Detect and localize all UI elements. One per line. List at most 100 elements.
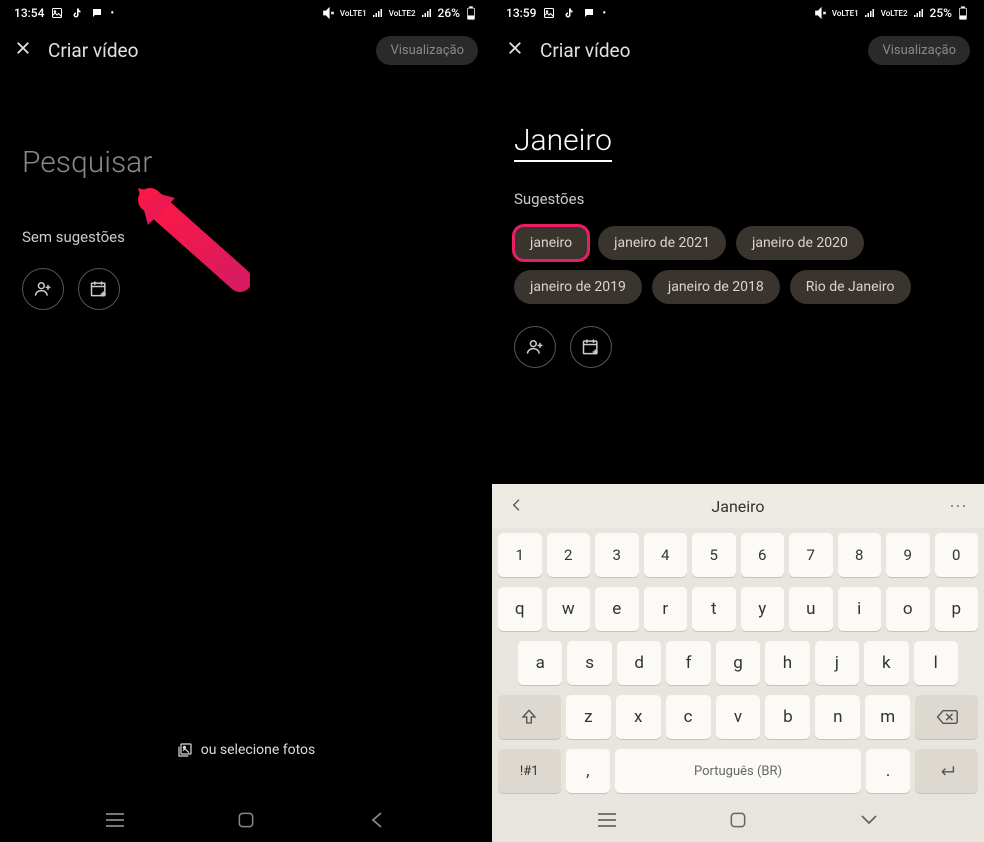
chip-janeiro-2018[interactable]: janeiro de 2018	[652, 270, 780, 304]
key-b[interactable]: b	[765, 695, 810, 739]
chat-status-icon	[90, 6, 104, 20]
chip-rio-de-janeiro[interactable]: Rio de Janeiro	[790, 270, 911, 304]
keyboard-suggestion[interactable]: Janeiro	[532, 497, 944, 516]
keyboard: Janeiro ⋯ 1234567890 qwertyuiop asdfghjk…	[492, 484, 984, 798]
signal-icon-2	[420, 6, 434, 20]
chip-janeiro[interactable]: janeiro	[514, 226, 588, 260]
key-space[interactable]: Português (BR)	[615, 749, 861, 793]
key-t[interactable]: t	[692, 587, 736, 631]
chat-status-icon	[582, 6, 596, 20]
key-o[interactable]: o	[886, 587, 930, 631]
search-input[interactable]: Pesquisar	[22, 145, 470, 180]
key-enter[interactable]	[915, 749, 978, 793]
keyboard-more-icon[interactable]: ⋯	[944, 496, 974, 517]
chip-janeiro-2021[interactable]: janeiro de 2021	[598, 226, 726, 260]
key-q[interactable]: q	[498, 587, 542, 631]
status-bar: 13:54 • VoLTE1 VoLTE2 26%	[0, 0, 492, 26]
nav-bar	[492, 798, 984, 842]
key-5[interactable]: 5	[692, 533, 736, 577]
nav-home[interactable]	[727, 809, 749, 831]
key-symbols[interactable]: !#1	[498, 749, 561, 793]
add-person-button[interactable]	[22, 268, 64, 310]
key-2[interactable]: 2	[547, 533, 591, 577]
add-date-button[interactable]	[570, 326, 612, 368]
keyboard-back-icon[interactable]	[502, 494, 532, 518]
preview-button[interactable]: Visualização	[376, 36, 478, 65]
app-header: Criar vídeo Visualização	[0, 26, 492, 75]
key-6[interactable]: 6	[741, 533, 785, 577]
key-u[interactable]: u	[789, 587, 833, 631]
key-shift[interactable]	[498, 695, 561, 739]
gallery-status-icon	[50, 6, 64, 20]
phone-right: 13:59 • VoLTE1 VoLTE2 25%	[492, 0, 984, 842]
add-person-button[interactable]	[514, 326, 556, 368]
key-1[interactable]: 1	[498, 533, 542, 577]
key-m[interactable]: m	[865, 695, 910, 739]
key-k[interactable]: k	[864, 641, 908, 685]
close-button[interactable]	[14, 39, 32, 62]
key-c[interactable]: c	[666, 695, 711, 739]
status-time: 13:54	[14, 6, 44, 20]
key-f[interactable]: f	[666, 641, 710, 685]
key-w[interactable]: w	[547, 587, 591, 631]
add-date-button[interactable]	[78, 268, 120, 310]
key-s[interactable]: s	[567, 641, 611, 685]
battery-icon	[956, 6, 970, 20]
key-comma[interactable]: ,	[566, 749, 611, 793]
key-a[interactable]: a	[518, 641, 562, 685]
suggestion-chips: janeiro janeiro de 2021 janeiro de 2020 …	[514, 226, 962, 304]
status-time: 13:59	[506, 6, 536, 20]
key-3[interactable]: 3	[595, 533, 639, 577]
close-button[interactable]	[506, 39, 524, 62]
nav-keyboard-hide[interactable]	[858, 809, 880, 831]
status-bar: 13:59 • VoLTE1 VoLTE2 25%	[492, 0, 984, 26]
page-title: Criar vídeo	[48, 39, 360, 62]
key-x[interactable]: x	[616, 695, 661, 739]
key-l[interactable]: l	[914, 641, 958, 685]
key-i[interactable]: i	[838, 587, 882, 631]
key-g[interactable]: g	[716, 641, 760, 685]
gallery-status-icon	[542, 6, 556, 20]
keyboard-suggestion-bar: Janeiro ⋯	[492, 484, 984, 528]
key-h[interactable]: h	[765, 641, 809, 685]
nav-recents[interactable]	[104, 809, 126, 831]
key-n[interactable]: n	[815, 695, 860, 739]
select-photos-label: ou selecione fotos	[201, 742, 316, 758]
key-e[interactable]: e	[595, 587, 639, 631]
key-y[interactable]: y	[741, 587, 785, 631]
key-z[interactable]: z	[566, 695, 611, 739]
search-input[interactable]: Janeiro	[514, 123, 612, 162]
chip-janeiro-2020[interactable]: janeiro de 2020	[736, 226, 864, 260]
preview-button[interactable]: Visualização	[868, 36, 970, 65]
chip-janeiro-2019[interactable]: janeiro de 2019	[514, 270, 642, 304]
key-7[interactable]: 7	[789, 533, 833, 577]
key-8[interactable]: 8	[838, 533, 882, 577]
no-suggestions-label: Sem sugestões	[22, 228, 470, 246]
key-0[interactable]: 0	[935, 533, 979, 577]
key-v[interactable]: v	[716, 695, 761, 739]
nav-recents[interactable]	[596, 809, 618, 831]
nav-home[interactable]	[235, 809, 257, 831]
nav-bar	[0, 798, 492, 842]
key-r[interactable]: r	[644, 587, 688, 631]
app-header: Criar vídeo Visualização	[492, 26, 984, 75]
key-4[interactable]: 4	[644, 533, 688, 577]
more-status-icon: •	[110, 8, 114, 19]
net-label-1: VoLTE1	[832, 9, 859, 18]
key-j[interactable]: j	[815, 641, 859, 685]
nav-back[interactable]	[366, 809, 388, 831]
suggestions-label: Sugestões	[514, 190, 962, 208]
key-9[interactable]: 9	[886, 533, 930, 577]
battery-percent: 26%	[438, 6, 460, 20]
key-d[interactable]: d	[617, 641, 661, 685]
key-backspace[interactable]	[915, 695, 978, 739]
photos-icon	[177, 742, 193, 758]
signal-icon-2	[912, 6, 926, 20]
key-period[interactable]: .	[866, 749, 911, 793]
net-label-1: VoLTE1	[340, 9, 367, 18]
page-title: Criar vídeo	[540, 39, 852, 62]
more-status-icon: •	[602, 8, 606, 19]
select-photos-button[interactable]: ou selecione fotos	[0, 722, 492, 798]
phone-left: 13:54 • VoLTE1 VoLTE2 26%	[0, 0, 492, 842]
key-p[interactable]: p	[935, 587, 979, 631]
